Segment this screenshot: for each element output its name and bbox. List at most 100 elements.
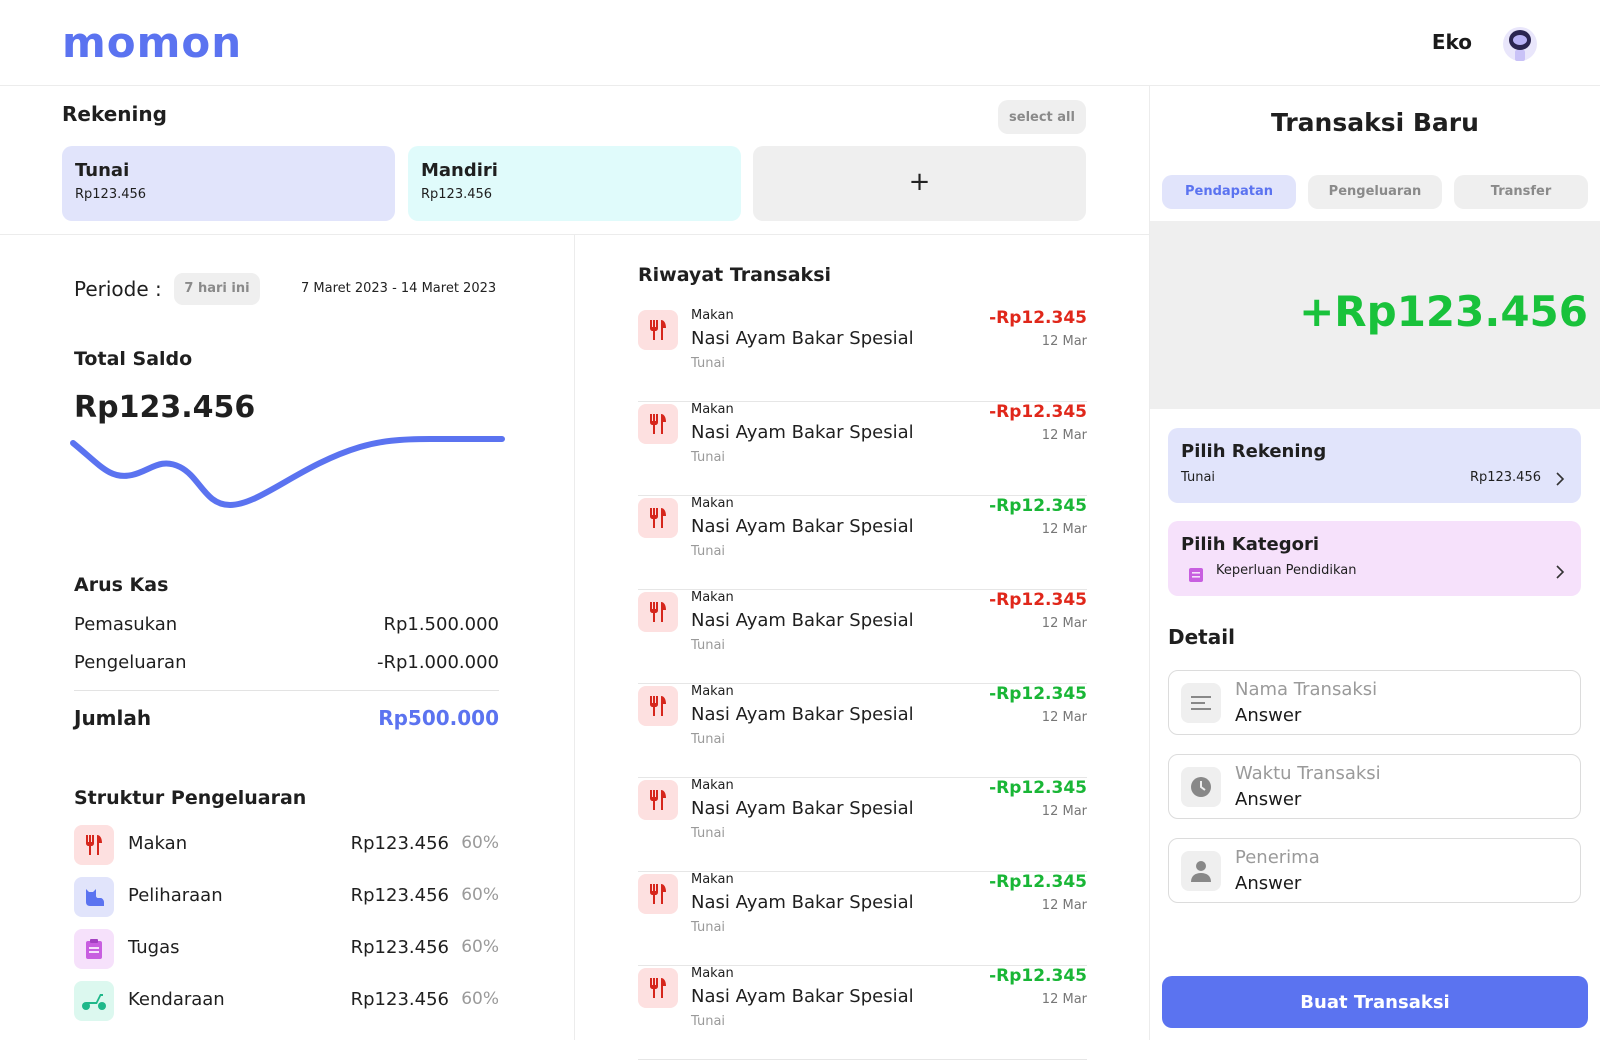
- category-amount: Rp123.456: [350, 833, 449, 854]
- transaction-account: Tunai: [691, 356, 726, 371]
- transaction-category: Makan: [691, 778, 734, 793]
- nama-transaksi-input[interactable]: [1235, 705, 1555, 726]
- transaction-row[interactable]: Makan Nasi Ayam Bakar Spesial Tunai -Rp12.3…: [638, 590, 1087, 684]
- periode-chip[interactable]: 7 hari ini: [174, 273, 260, 305]
- transaction-name: Nasi Ayam Bakar Spesial: [691, 516, 914, 537]
- total-saldo-value: Rp123.456: [74, 390, 256, 425]
- arus-kas-label: Pengeluaran: [74, 652, 187, 673]
- user-name[interactable]: Eko: [1432, 30, 1472, 54]
- clipboard-icon: [74, 929, 114, 969]
- transaction-amount: -Rp12.345: [989, 402, 1087, 422]
- transaction-date: 12 Mar: [1041, 710, 1087, 725]
- transaction-category: Makan: [691, 966, 734, 981]
- pilih-rekening-title: Pilih Rekening: [1181, 441, 1327, 462]
- penerima-field[interactable]: Penerima: [1168, 838, 1581, 903]
- transaction-category: Makan: [691, 872, 734, 887]
- category-name: Tugas: [128, 937, 180, 958]
- utensils-icon: [638, 498, 678, 538]
- divider: [0, 234, 1150, 235]
- expense-category-row[interactable]: Kendaraan Rp123.456 60%: [74, 981, 499, 1021]
- detail-title: Detail: [1168, 625, 1235, 649]
- category-amount: Rp123.456: [350, 937, 449, 958]
- transaction-row[interactable]: Makan Nasi Ayam Bakar Spesial Tunai -Rp12.3…: [638, 966, 1087, 1060]
- transaction-name: Nasi Ayam Bakar Spesial: [691, 986, 914, 1007]
- account-balance: Rp123.456: [421, 187, 493, 202]
- transaction-name: Nasi Ayam Bakar Spesial: [691, 610, 914, 631]
- rekening-title: Rekening: [62, 102, 167, 126]
- transaction-name: Nasi Ayam Bakar Spesial: [691, 798, 914, 819]
- transaction-row[interactable]: Makan Nasi Ayam Bakar Spesial Tunai -Rp12.3…: [638, 496, 1087, 590]
- transaction-date: 12 Mar: [1041, 334, 1087, 349]
- utensils-icon: [638, 404, 678, 444]
- buat-transaksi-button[interactable]: Buat Transaksi: [1162, 976, 1588, 1028]
- transaction-amount: -Rp12.345: [989, 496, 1087, 516]
- pilih-kategori-card[interactable]: Pilih Kategori Keperluan Pendidikan: [1168, 521, 1581, 596]
- waktu-transaksi-field[interactable]: Waktu Transaksi: [1168, 754, 1581, 819]
- chevron-right-icon: [1556, 565, 1565, 579]
- expense-category-row[interactable]: Tugas Rp123.456 60%: [74, 929, 499, 969]
- transaction-amount: -Rp12.345: [989, 778, 1087, 798]
- category-percent: 60%: [461, 989, 499, 1009]
- add-account-button[interactable]: +: [753, 146, 1086, 221]
- transaction-category: Makan: [691, 402, 734, 417]
- select-all-button[interactable]: select all: [998, 100, 1086, 134]
- arus-kas-row-pemasukan: Pemasukan Rp1.500.000: [74, 614, 499, 635]
- amount-value[interactable]: +Rp123.456: [1299, 287, 1588, 336]
- utensils-icon: [638, 592, 678, 632]
- transaction-date: 12 Mar: [1041, 804, 1087, 819]
- transaction-row[interactable]: Makan Nasi Ayam Bakar Spesial Tunai -Rp12.3…: [638, 308, 1087, 402]
- transaction-row[interactable]: Makan Nasi Ayam Bakar Spesial Tunai -Rp12.3…: [638, 778, 1087, 872]
- transaction-account: Tunai: [691, 826, 726, 841]
- field-label: Waktu Transaksi: [1235, 763, 1381, 784]
- utensils-icon: [638, 968, 678, 1008]
- penerima-input[interactable]: [1235, 873, 1555, 894]
- expense-category-row[interactable]: Peliharaan Rp123.456 60%: [74, 877, 499, 917]
- transaction-date: 12 Mar: [1041, 616, 1087, 631]
- app-logo[interactable]: momon: [62, 18, 242, 67]
- transaction-row[interactable]: Makan Nasi Ayam Bakar Spesial Tunai -Rp12.3…: [638, 402, 1087, 496]
- account-card-mandiri[interactable]: Mandiri Rp123.456: [408, 146, 741, 221]
- category-percent: 60%: [461, 833, 499, 853]
- transaction-name: Nasi Ayam Bakar Spesial: [691, 704, 914, 725]
- transaction-account: Tunai: [691, 544, 726, 559]
- transaction-category: Makan: [691, 684, 734, 699]
- transaction-account: Tunai: [691, 732, 726, 747]
- cat-icon: [74, 877, 114, 917]
- total-saldo-title: Total Saldo: [74, 348, 193, 370]
- utensils-icon: [638, 686, 678, 726]
- category-name: Makan: [128, 833, 188, 854]
- transaction-date: 12 Mar: [1041, 898, 1087, 913]
- transaction-account: Tunai: [691, 638, 726, 653]
- transaction-row[interactable]: Makan Nasi Ayam Bakar Spesial Tunai -Rp12.3…: [638, 684, 1087, 778]
- pilih-kategori-title: Pilih Kategori: [1181, 534, 1319, 555]
- pilih-rekening-card[interactable]: Pilih Rekening Tunai Rp123.456: [1168, 428, 1581, 503]
- tab-pengeluaran[interactable]: Pengeluaran: [1308, 175, 1442, 209]
- field-label: Penerima: [1235, 847, 1320, 868]
- periode-label: Periode :: [74, 277, 162, 301]
- amount-input-panel[interactable]: +Rp123.456: [1150, 221, 1600, 409]
- category-percent: 60%: [461, 937, 499, 957]
- transaction-amount: -Rp12.345: [989, 966, 1087, 986]
- field-label: Nama Transaksi: [1235, 679, 1378, 700]
- waktu-transaksi-input[interactable]: [1235, 789, 1555, 810]
- tab-transfer[interactable]: Transfer: [1454, 175, 1588, 209]
- transaction-date: 12 Mar: [1041, 428, 1087, 443]
- transaction-amount: -Rp12.345: [989, 308, 1087, 328]
- chevron-right-icon: [1556, 472, 1565, 486]
- transaksi-baru-title: Transaksi Baru: [1271, 108, 1479, 137]
- transaction-category: Makan: [691, 496, 734, 511]
- arus-kas-title: Arus Kas: [74, 574, 169, 596]
- text-lines-icon: [1181, 683, 1221, 723]
- account-card-tunai[interactable]: Tunai Rp123.456: [62, 146, 395, 221]
- transaction-category: Makan: [691, 308, 734, 323]
- transaction-amount: -Rp12.345: [989, 872, 1087, 892]
- tab-pendapatan[interactable]: Pendapatan: [1162, 175, 1296, 209]
- expense-category-row[interactable]: Makan Rp123.456 60%: [74, 825, 499, 865]
- divider: [574, 235, 575, 1040]
- user-avatar[interactable]: [1502, 26, 1538, 62]
- clock-icon: [1181, 767, 1221, 807]
- nama-transaksi-field[interactable]: Nama Transaksi: [1168, 670, 1581, 735]
- divider: [74, 690, 499, 691]
- transaction-row[interactable]: Makan Nasi Ayam Bakar Spesial Tunai -Rp12.3…: [638, 872, 1087, 966]
- category-amount: Rp123.456: [350, 885, 449, 906]
